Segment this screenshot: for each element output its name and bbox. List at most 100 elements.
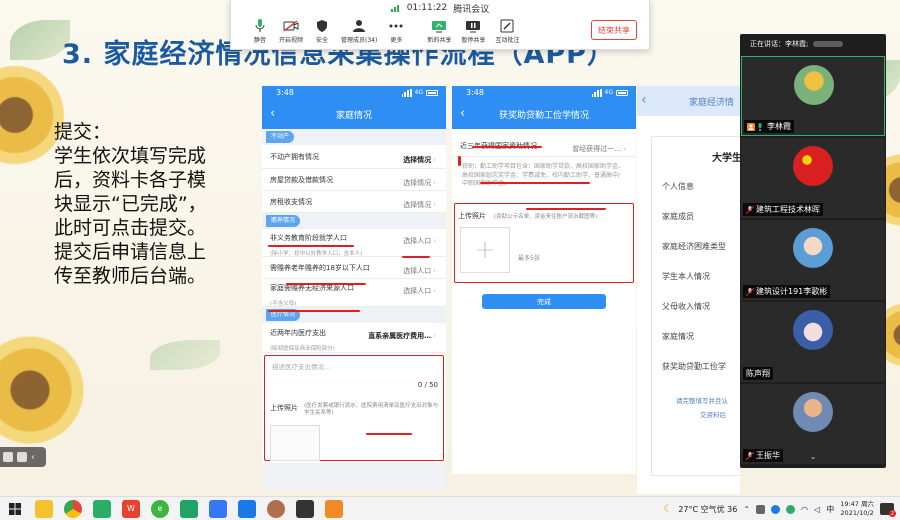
participant-tile[interactable]: 李林霞 <box>741 56 885 136</box>
participant-tile[interactable]: 陈声翔 <box>741 302 885 382</box>
phone-nav-bar: ‹ 家庭情况 <box>262 99 446 129</box>
card-item-student-status[interactable]: 学生本人情况 <box>662 271 710 282</box>
char-counter: 0 / 50 <box>417 381 438 389</box>
meeting-timer: 01:11:22 <box>406 3 448 13</box>
participant-name: 陈声翔 <box>746 369 770 378</box>
app-icon[interactable] <box>209 499 227 518</box>
chevron-right-icon: › <box>433 179 436 187</box>
annotation-underline <box>402 256 430 258</box>
participants-panel: 正在讲话：李林霞; 李林霞 建筑工程技术林晖 建筑设计191李歌彬 陈声翔 王振… <box>740 34 886 468</box>
share-screen-icon <box>430 18 448 34</box>
wifi-icon[interactable]: ◠ <box>801 505 808 514</box>
submit-button[interactable]: 完成 <box>482 294 606 309</box>
form-row[interactable]: 近两年内医疗支出 直系亲属医疗费用… › (除却医保及商业保险部分) <box>262 323 446 353</box>
desc-line: 传至教师后台端。 <box>54 265 207 287</box>
card-item-family-members[interactable]: 家庭成员 <box>662 211 694 222</box>
window-title: 家庭经济情 <box>689 97 735 108</box>
app-icon[interactable] <box>180 499 198 518</box>
photo-upload-slot[interactable] <box>270 425 320 461</box>
wechat-icon[interactable] <box>93 499 111 518</box>
participant-tile[interactable]: 建筑工程技术林晖 <box>741 138 885 218</box>
network-type: 4G <box>604 89 613 96</box>
pause-share-button[interactable]: 暂停共享 <box>461 18 485 44</box>
card-item-difficulty-type[interactable]: 家庭经济困难类型 <box>662 241 726 252</box>
tray-icon[interactable] <box>771 504 781 514</box>
chat-icon[interactable] <box>3 452 13 462</box>
chevron-down-icon[interactable]: ⌄ <box>800 452 826 464</box>
phone-time: 3:48 <box>276 88 294 97</box>
application-card: 大学生 个人信息 家庭成员 家庭经济困难类型 学生本人情况 父母收入情况 家庭情… <box>651 136 740 476</box>
back-arrow-icon[interactable]: ‹ <box>270 106 275 121</box>
file-explorer-icon[interactable] <box>35 499 53 518</box>
add-photo-icon[interactable]: + <box>460 227 510 273</box>
tray-icon[interactable] <box>756 504 766 514</box>
upload-label: 上传照片 <box>458 212 486 220</box>
desc-line: 此时可点击提交。 <box>54 217 207 239</box>
annotation-underline <box>268 245 354 247</box>
end-share-button[interactable]: 结束共享 <box>591 20 637 40</box>
participant-tile[interactable]: 建筑设计191李歌彬 <box>741 220 885 300</box>
form-row[interactable]: 需赡养老年赡养的18岁以下人口 选择人口 › <box>262 257 446 279</box>
app-icon[interactable] <box>296 499 314 518</box>
security-button[interactable]: 安全 <box>313 18 331 44</box>
side-controls[interactable]: ‹ <box>0 447 46 467</box>
avatar-app-icon[interactable] <box>267 499 285 518</box>
phone-screen-family-status: 3:48 4G ‹ 家庭情况 不动产 不动产拥有情况 选择情况 › 房屋贷款及借款情… <box>262 86 446 490</box>
card-item-awards-aid[interactable]: 获奖助贷勤工俭学 <box>662 361 726 372</box>
annotate-icon <box>498 18 516 34</box>
tencent-meeting-icon[interactable] <box>238 499 256 518</box>
network-type: 4G <box>414 89 423 96</box>
notification-icon[interactable]: 2 <box>880 503 896 517</box>
battery-icon <box>616 89 628 96</box>
chevron-right-icon: › <box>623 145 626 153</box>
chevron-left-icon[interactable]: ‹ <box>31 452 35 463</box>
upload-hint: (医疗发票或银行流水、医院费用清单及医疗支出对象与学生关系等) <box>304 403 439 416</box>
browser-icon[interactable]: e <box>151 499 169 518</box>
new-share-button[interactable]: 新的共享 <box>427 18 451 44</box>
mic-muted-icon <box>746 287 754 296</box>
participant-name: 李林霞 <box>767 122 791 131</box>
leaf-decoration <box>150 340 220 370</box>
app-icon[interactable] <box>325 499 343 518</box>
clock[interactable]: 19:47 周六 2021/10/2 <box>840 500 874 518</box>
back-arrow-icon[interactable]: ‹ <box>641 92 647 108</box>
ime-indicator[interactable]: 中 <box>826 504 834 515</box>
mic-muted-icon <box>746 451 754 460</box>
leaf-decoration <box>10 20 70 60</box>
speaking-indicator: 正在讲话：李林霞; <box>750 40 809 48</box>
phone-page-title: 家庭情况 <box>335 110 372 121</box>
chevron-right-icon: › <box>433 287 436 295</box>
weather-text[interactable]: 27°C 空气优 36 <box>678 504 737 515</box>
card-item-personal-info[interactable]: 个人信息 <box>662 181 694 192</box>
tray-icon[interactable] <box>786 504 796 514</box>
form-row[interactable]: 房租收支情况 选择情况 › <box>262 191 446 213</box>
annotate-button[interactable]: 互动批注 <box>495 18 519 44</box>
card-hint: 交资料后 <box>700 411 726 419</box>
form-row[interactable]: 房屋贷款及借款情况 选择情况 › <box>262 169 446 191</box>
upload-label: 上传照片 <box>270 404 298 412</box>
phone-page-title: 获奖助贷勤工俭学情况 <box>498 110 589 121</box>
medical-textarea[interactable]: 描述医疗支出情况... <box>272 361 330 371</box>
annotation-underline <box>268 310 360 312</box>
section-tag: 不动产 <box>266 131 295 143</box>
chrome-icon[interactable] <box>64 499 82 518</box>
sunflower-decoration <box>0 330 90 450</box>
card-item-family-status[interactable]: 家庭情况 <box>662 331 694 342</box>
form-row[interactable]: 不动产拥有情况 选择情况 › <box>262 145 446 169</box>
manage-members-button[interactable]: 管理成员(34) <box>341 18 377 44</box>
signal-icon <box>591 88 602 97</box>
card-item-parent-income[interactable]: 父母收入情况 <box>662 301 710 312</box>
volume-icon[interactable]: ◁ <box>814 505 820 514</box>
windows-start-icon[interactable] <box>6 500 24 518</box>
form-row[interactable]: 非义务教育阶段就学人口 选择人口 › (除小学、初中以外教学人口，含本人) <box>262 229 446 257</box>
screen-icon[interactable] <box>17 452 27 462</box>
more-button[interactable]: 更多 <box>387 18 405 44</box>
members-icon <box>350 18 368 34</box>
avatar <box>794 65 834 105</box>
phone-status-bar: 3:48 4G <box>262 86 446 99</box>
video-button[interactable]: 开启视频 <box>279 18 303 44</box>
wps-icon[interactable]: W <box>122 499 140 518</box>
back-arrow-icon[interactable]: ‹ <box>460 106 465 121</box>
chevron-up-icon[interactable]: ⌃ <box>743 505 750 514</box>
mute-button[interactable]: 静音 <box>251 18 269 44</box>
